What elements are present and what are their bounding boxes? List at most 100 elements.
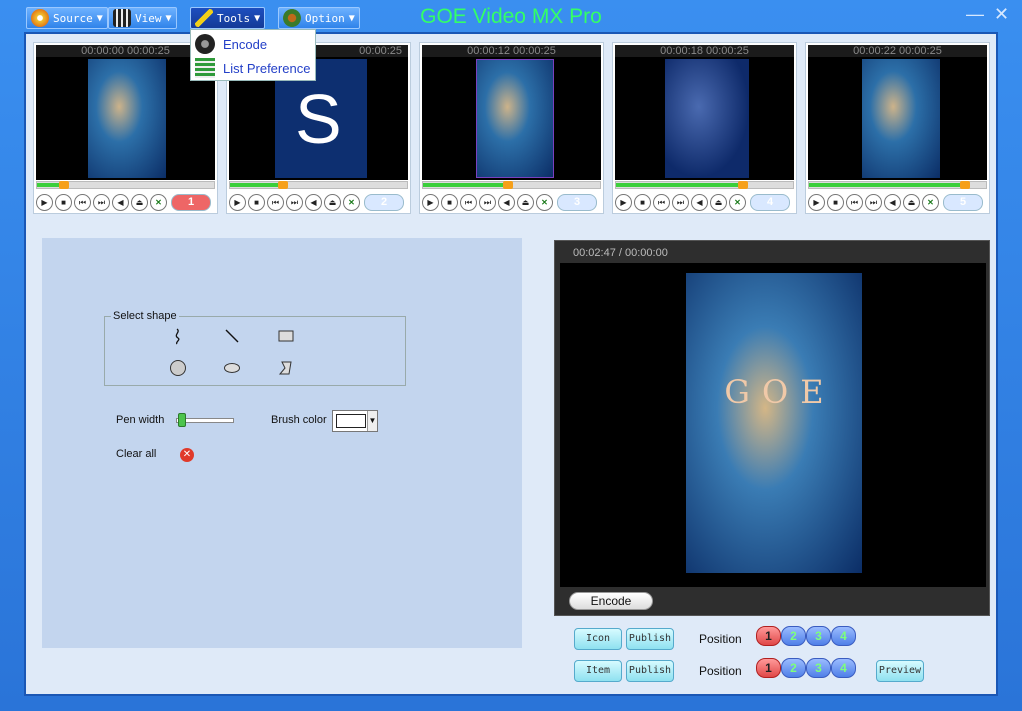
next-icon[interactable]: ⏭ xyxy=(672,193,689,211)
icon-button[interactable]: Icon xyxy=(574,628,622,650)
clear-all-label: Clear all xyxy=(116,448,157,460)
player-controls: ▶ ■ ⏮ ⏭ ◀ ⏏ ✕ 1 xyxy=(36,192,211,212)
volume-icon[interactable]: ◀ xyxy=(305,193,322,211)
menu-item-list-preference[interactable]: List Preference xyxy=(195,57,310,79)
line-shape-icon[interactable] xyxy=(223,327,241,345)
preview-button[interactable]: Preview xyxy=(876,660,924,682)
rectangle-shape-icon[interactable] xyxy=(277,327,295,345)
position-label: Position xyxy=(699,632,742,646)
eject-icon[interactable]: ⏏ xyxy=(903,193,920,211)
draw-panel: Select shape Pen width Brush color ▼ Cle… xyxy=(42,238,522,648)
ellipse-shape-icon[interactable] xyxy=(223,359,241,377)
remove-icon[interactable]: ✕ xyxy=(729,193,746,211)
prev-icon[interactable]: ⏮ xyxy=(267,193,284,211)
item-position-4[interactable]: 4 xyxy=(831,658,856,678)
icon-position-1[interactable]: 1 xyxy=(756,626,781,646)
remove-icon[interactable]: ✕ xyxy=(922,193,939,211)
menu-item-encode-label: Encode xyxy=(223,36,268,52)
remove-icon[interactable]: ✕ xyxy=(536,193,553,211)
freehand-shape-icon[interactable] xyxy=(169,327,187,345)
play-icon[interactable]: ▶ xyxy=(229,193,246,211)
play-icon[interactable]: ▶ xyxy=(808,193,825,211)
thumbnail-5[interactable]: 00:00:22 00:00:25 ▶ ■ ⏮ ⏭ ◀ ⏏ ✕ 5 xyxy=(805,42,990,214)
stop-icon[interactable]: ■ xyxy=(248,193,265,211)
remove-icon[interactable]: ✕ xyxy=(150,193,167,211)
stop-icon[interactable]: ■ xyxy=(55,193,72,211)
slot-badge[interactable]: 3 xyxy=(557,193,597,211)
next-icon[interactable]: ⏭ xyxy=(865,193,882,211)
slot-badge[interactable]: 2 xyxy=(364,193,404,211)
remove-icon[interactable]: ✕ xyxy=(343,193,360,211)
seek-bar[interactable] xyxy=(36,181,215,189)
volume-icon[interactable]: ◀ xyxy=(498,193,515,211)
icon-position-2[interactable]: 2 xyxy=(781,626,806,646)
pen-width-label: Pen width xyxy=(116,414,165,426)
thumbnail-image xyxy=(665,59,749,178)
eject-icon[interactable]: ⏏ xyxy=(324,193,341,211)
seek-bar[interactable] xyxy=(808,181,987,189)
thumbnail-4[interactable]: 00:00:18 00:00:25 ▶ ■ ⏮ ⏭ ◀ ⏏ ✕ 4 xyxy=(612,42,797,214)
prev-icon[interactable]: ⏮ xyxy=(74,193,91,211)
icon-position-3[interactable]: 3 xyxy=(806,626,831,646)
slot-badge[interactable]: 1 xyxy=(171,193,211,211)
next-icon[interactable]: ⏭ xyxy=(286,193,303,211)
thumbnail-screen: 00:00:22 00:00:25 xyxy=(808,45,987,180)
seek-knob[interactable] xyxy=(738,181,748,189)
brush-color-picker[interactable]: ▼ xyxy=(332,410,378,432)
icon-position-4[interactable]: 4 xyxy=(831,626,856,646)
next-icon[interactable]: ⏭ xyxy=(93,193,110,211)
item-position-2[interactable]: 2 xyxy=(781,658,806,678)
menu-item-encode[interactable]: Encode xyxy=(195,33,267,55)
volume-icon[interactable]: ◀ xyxy=(884,193,901,211)
eject-icon[interactable]: ⏏ xyxy=(131,193,148,211)
circle-shape-icon[interactable] xyxy=(169,359,187,377)
seek-bar[interactable] xyxy=(422,181,601,189)
seek-bar[interactable] xyxy=(229,181,408,189)
menu-item-list-preference-label: List Preference xyxy=(223,60,311,76)
close-button[interactable]: ✕ xyxy=(994,4,1009,25)
preview-image xyxy=(686,273,862,573)
clear-all-icon[interactable]: ✕ xyxy=(180,448,194,462)
stop-icon[interactable]: ■ xyxy=(441,193,458,211)
polygon-shape-icon[interactable] xyxy=(277,359,295,377)
prev-icon[interactable]: ⏮ xyxy=(653,193,670,211)
encode-icon xyxy=(195,34,215,54)
stop-icon[interactable]: ■ xyxy=(827,193,844,211)
eject-icon[interactable]: ⏏ xyxy=(710,193,727,211)
player-controls: ▶ ■ ⏮ ⏭ ◀ ⏏ ✕ 5 xyxy=(808,192,983,212)
item-button[interactable]: Item xyxy=(574,660,622,682)
item-position-3[interactable]: 3 xyxy=(806,658,831,678)
item-position-1[interactable]: 1 xyxy=(756,658,781,678)
play-icon[interactable]: ▶ xyxy=(422,193,439,211)
chevron-down-icon[interactable]: ▼ xyxy=(367,411,377,431)
eject-icon[interactable]: ⏏ xyxy=(517,193,534,211)
stop-icon[interactable]: ■ xyxy=(634,193,651,211)
volume-icon[interactable]: ◀ xyxy=(691,193,708,211)
preview-screen: GOE xyxy=(560,263,986,587)
player-controls: ▶ ■ ⏮ ⏭ ◀ ⏏ ✕ 3 xyxy=(422,192,597,212)
title-bar: Source ▼ View ▼ Tools ▼ Option ▼ GOE Vid… xyxy=(0,0,1022,34)
encode-button[interactable]: Encode xyxy=(569,592,653,610)
pen-width-slider-knob[interactable] xyxy=(178,413,186,427)
seek-knob[interactable] xyxy=(59,181,69,189)
slot-badge[interactable]: 4 xyxy=(750,193,790,211)
publish-item-button[interactable]: Publish xyxy=(626,660,674,682)
prev-icon[interactable]: ⏮ xyxy=(460,193,477,211)
minimize-button[interactable]: — xyxy=(966,4,984,25)
preview-overlay-text: GOE xyxy=(724,373,836,411)
seek-knob[interactable] xyxy=(503,181,513,189)
play-icon[interactable]: ▶ xyxy=(615,193,632,211)
thumbnail-time: 00:00:00 00:00:25 xyxy=(36,45,215,57)
publish-icon-button[interactable]: Publish xyxy=(626,628,674,650)
prev-icon[interactable]: ⏮ xyxy=(846,193,863,211)
seek-bar[interactable] xyxy=(615,181,794,189)
slot-badge[interactable]: 5 xyxy=(943,193,983,211)
seek-knob[interactable] xyxy=(278,181,288,189)
volume-icon[interactable]: ◀ xyxy=(112,193,129,211)
next-icon[interactable]: ⏭ xyxy=(479,193,496,211)
thumbnail-image xyxy=(88,59,166,178)
player-controls: ▶ ■ ⏮ ⏭ ◀ ⏏ ✕ 4 xyxy=(615,192,790,212)
play-icon[interactable]: ▶ xyxy=(36,193,53,211)
seek-knob[interactable] xyxy=(960,181,970,189)
thumbnail-3[interactable]: 00:00:12 00:00:25 ▶ ■ ⏮ ⏭ ◀ ⏏ ✕ 3 xyxy=(419,42,604,214)
